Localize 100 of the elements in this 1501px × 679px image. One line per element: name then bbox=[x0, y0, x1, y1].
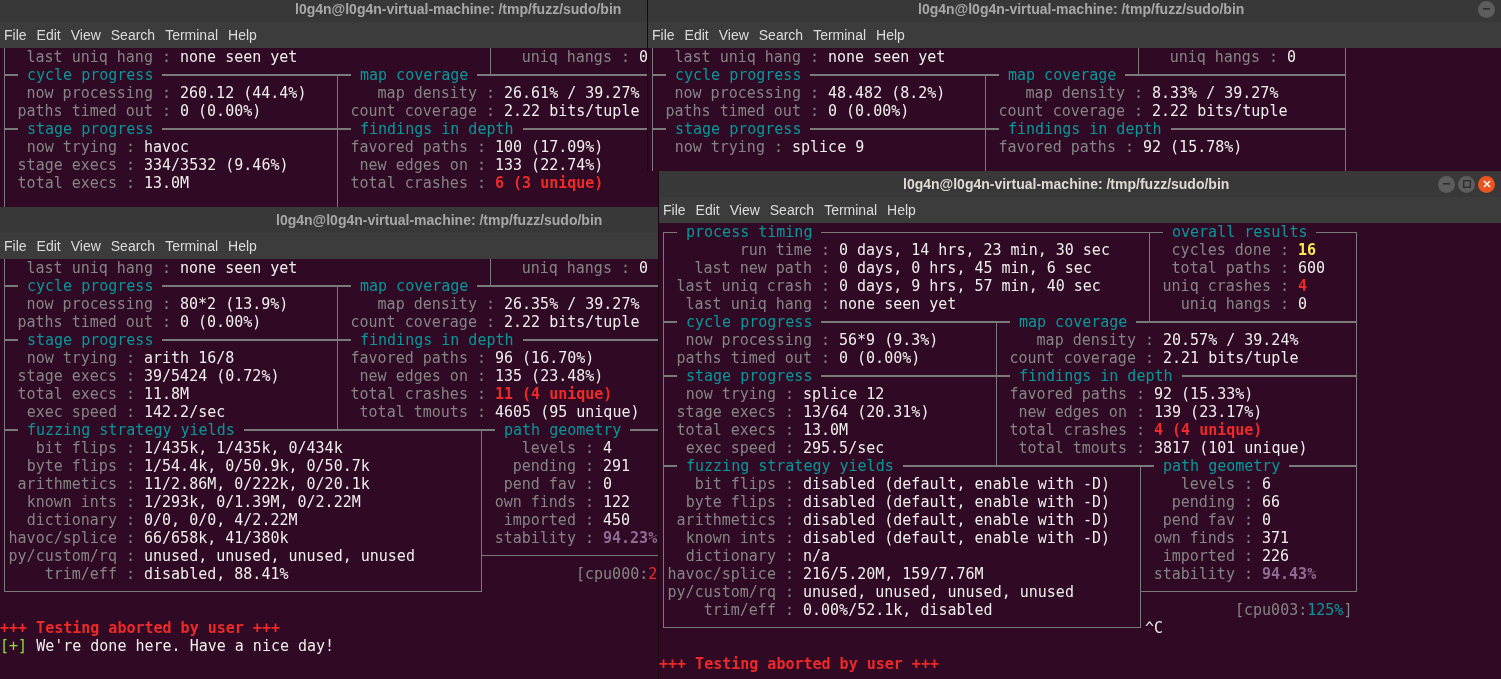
menu-item[interactable]: Terminal bbox=[820, 202, 884, 218]
stat-label: byte flips : bbox=[685, 493, 794, 511]
stat-value: 260.12 (44.4%) bbox=[180, 84, 307, 102]
stat-value: 0 days, 14 hrs, 23 min, 30 sec bbox=[839, 241, 1110, 259]
menu-item[interactable]: View bbox=[725, 202, 766, 218]
stat-value: 13.0M bbox=[144, 174, 190, 192]
stat-label: levels : bbox=[1180, 475, 1253, 493]
stat-value: 2.22 bits/tuple bbox=[504, 102, 640, 120]
menu-item[interactable]: View bbox=[66, 238, 107, 254]
stat-value: 334/3532 (9.46%) bbox=[144, 156, 289, 174]
cpu-reading: [cpu003:125%] bbox=[1235, 601, 1353, 619]
stat-label: havoc/splice : bbox=[667, 565, 794, 583]
stat-label: count coverage : bbox=[998, 102, 1143, 120]
menu-item[interactable]: Terminal bbox=[161, 238, 225, 254]
stat-value: 0 bbox=[603, 475, 613, 493]
stat-label: levels : bbox=[521, 439, 594, 457]
stat-label: total execs : bbox=[17, 385, 135, 403]
stat-value: 92 (15.33%) bbox=[1154, 385, 1254, 403]
menu-item[interactable]: Edit bbox=[691, 202, 726, 218]
menu-item[interactable]: Help bbox=[872, 27, 911, 43]
menu-item[interactable]: Search bbox=[754, 27, 810, 43]
abort-message: +++ Testing aborted by user +++ bbox=[659, 655, 939, 673]
stat-label: favored paths : bbox=[350, 138, 486, 156]
section-title: stage progress bbox=[18, 120, 163, 138]
stat-label: stability : bbox=[1153, 565, 1253, 583]
menu-item[interactable]: View bbox=[714, 27, 755, 43]
stat-label: paths timed out : bbox=[17, 102, 171, 120]
minimize-button[interactable] bbox=[1478, 0, 1495, 18]
stat-label: uniq hangs : bbox=[1169, 48, 1278, 66]
minimize-button[interactable] bbox=[1438, 175, 1455, 193]
stat-label: trim/eff : bbox=[703, 601, 794, 619]
stat-value: disabled, 88.41% bbox=[144, 565, 289, 583]
stat-label: dictionary : bbox=[685, 547, 794, 565]
menu-item[interactable]: Terminal bbox=[809, 27, 873, 43]
menu-item[interactable]: File bbox=[648, 27, 681, 43]
stat-value: 600 bbox=[1298, 259, 1326, 277]
stat-label: dictionary : bbox=[26, 511, 135, 529]
stat-label: py/custom/rq : bbox=[8, 547, 135, 565]
stat-label: favored paths : bbox=[350, 349, 486, 367]
stat-value: 11 (4 unique) bbox=[495, 385, 613, 403]
stat-label: stability : bbox=[494, 529, 594, 547]
section-title: path geometry bbox=[495, 421, 631, 439]
menu-item[interactable]: Edit bbox=[32, 27, 67, 43]
stat-value: 139 (23.17%) bbox=[1154, 403, 1263, 421]
stat-value: 6 (3 unique) bbox=[495, 174, 604, 192]
stat-label: now trying : bbox=[26, 138, 135, 156]
stat-value: arith 16/8 bbox=[144, 349, 235, 367]
section-title: findings in depth bbox=[1010, 367, 1182, 385]
section-title: stage progress bbox=[666, 120, 811, 138]
cpu-reading: [cpu000:2 bbox=[576, 565, 658, 583]
stat-value: 2.22 bits/tuple bbox=[504, 313, 640, 331]
stat-value: 56*9 (9.3%) bbox=[839, 331, 939, 349]
stat-value: none seen yet bbox=[180, 48, 298, 66]
stat-label: now trying : bbox=[674, 138, 783, 156]
stat-value: 48.482 (8.2%) bbox=[828, 84, 946, 102]
stat-label: own finds : bbox=[494, 493, 594, 511]
menu-item[interactable]: Help bbox=[224, 238, 263, 254]
minimize-icon bbox=[1443, 183, 1450, 185]
stat-value: 0 (0.00%) bbox=[180, 313, 262, 331]
stat-value: 94.23% bbox=[603, 529, 658, 547]
stat-label: now trying : bbox=[26, 349, 135, 367]
section-title: path geometry bbox=[1154, 457, 1290, 475]
menu-item[interactable]: File bbox=[0, 238, 33, 254]
menu-item[interactable]: Edit bbox=[680, 27, 715, 43]
stat-value: 2.21 bits/tuple bbox=[1163, 349, 1299, 367]
stat-value: 0 (0.00%) bbox=[180, 102, 262, 120]
stat-value: havoc bbox=[144, 138, 190, 156]
stat-label: arithmetics : bbox=[676, 511, 794, 529]
menu-item[interactable]: Search bbox=[106, 27, 162, 43]
menu-item[interactable]: Terminal bbox=[161, 27, 225, 43]
menu-item[interactable]: View bbox=[66, 27, 107, 43]
stat-label: map density : bbox=[1025, 84, 1143, 102]
stat-value: 11.8M bbox=[144, 385, 190, 403]
menu-item[interactable]: File bbox=[0, 27, 33, 43]
menu-item[interactable]: Help bbox=[883, 202, 922, 218]
menu-item[interactable]: Edit bbox=[32, 238, 67, 254]
section-title: stage progress bbox=[18, 331, 163, 349]
stat-label: total crashes : bbox=[350, 385, 486, 403]
stat-label: arithmetics : bbox=[17, 475, 135, 493]
section-title: findings in depth bbox=[351, 331, 523, 349]
stat-label: last uniq hang : bbox=[26, 48, 171, 66]
stat-label: map density : bbox=[1036, 331, 1154, 349]
stat-label: known ints : bbox=[685, 529, 794, 547]
menu-item[interactable]: Help bbox=[224, 27, 263, 43]
section-title: findings in depth bbox=[351, 120, 523, 138]
menu-item[interactable]: File bbox=[659, 202, 692, 218]
stat-value: 0 bbox=[639, 259, 649, 277]
stat-value: 0 (0.00%) bbox=[839, 349, 921, 367]
stat-value: 80*2 (13.9%) bbox=[180, 295, 289, 313]
close-button[interactable] bbox=[1478, 175, 1495, 193]
menu-item[interactable]: Search bbox=[765, 202, 821, 218]
stat-label: now processing : bbox=[674, 84, 819, 102]
stat-label: own finds : bbox=[1153, 529, 1253, 547]
stat-value: splice 9 bbox=[792, 138, 865, 156]
stat-label: py/custom/rq : bbox=[667, 583, 794, 601]
stat-label: last new path : bbox=[694, 259, 830, 277]
stat-value: 11/2.86M, 0/222k, 0/20.1k bbox=[144, 475, 370, 493]
window-title: l0g4n@l0g4n-virtual-machine: /tmp/fuzz/sudo/bin bbox=[276, 212, 603, 228]
section-title: findings in depth bbox=[999, 120, 1171, 138]
menu-item[interactable]: Search bbox=[106, 238, 162, 254]
